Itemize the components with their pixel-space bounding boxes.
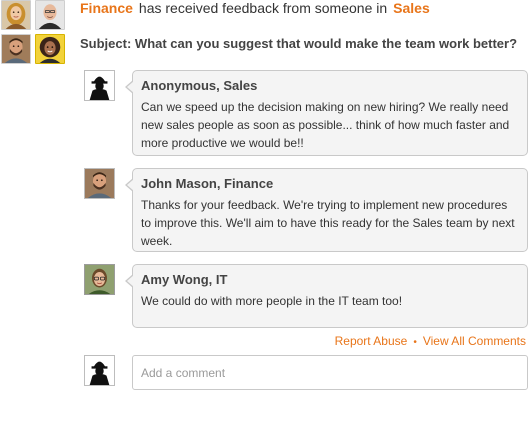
anonymous-silhouette-icon: [85, 71, 114, 100]
subject-label: Subject:: [80, 36, 132, 51]
comment-item: John Mason, Finance Thanks for your feed…: [84, 168, 528, 252]
man-beard-icon: [85, 169, 114, 198]
comment-author: Anonymous, Sales: [141, 78, 258, 93]
subject-text: What can you suggest that would make the…: [134, 36, 518, 51]
comment-text: Thanks for your feedback. We're trying t…: [141, 198, 515, 248]
man-beard-avatar[interactable]: [1, 34, 31, 64]
comment-author: John Mason, Finance: [141, 176, 274, 191]
comment-text: We could do with more people in the IT t…: [141, 294, 403, 308]
report-abuse-link[interactable]: Report Abuse: [335, 334, 408, 348]
add-comment-input[interactable]: [132, 355, 528, 390]
man-bald-icon: [36, 1, 64, 29]
woman-curly-hair-icon: [36, 35, 64, 63]
comment-actions: Report Abuse • View All Comments: [335, 334, 526, 348]
feedback-subject: Subject: What can you suggest that would…: [80, 36, 532, 51]
comment-author: Amy Wong, IT: [141, 272, 228, 287]
woman-glasses-icon: [85, 265, 114, 294]
from-department-link[interactable]: Finance: [80, 0, 133, 16]
comment-bubble: Anonymous, Sales Can we speed up the dec…: [125, 70, 528, 156]
to-department-link[interactable]: Sales: [393, 0, 430, 16]
view-all-comments-link[interactable]: View All Comments: [423, 334, 526, 348]
notification-text: has received feedback from someone in: [138, 0, 388, 16]
comment-bubble: John Mason, Finance Thanks for your feed…: [125, 168, 528, 252]
woman-curly-hair-avatar[interactable]: [35, 34, 65, 64]
john-mason-avatar[interactable]: [84, 168, 115, 199]
anonymous-silhouette-avatar: [84, 70, 115, 101]
man-bald-avatar[interactable]: [35, 0, 65, 30]
comment-text: Can we speed up the decision making on n…: [141, 100, 510, 150]
amy-wong-avatar[interactable]: [84, 264, 115, 295]
woman-blonde-icon: [2, 1, 30, 29]
man-beard-icon: [2, 35, 30, 63]
woman-blonde-avatar[interactable]: [1, 0, 31, 30]
comment-item: Amy Wong, IT We could do with more peopl…: [84, 264, 528, 328]
anonymous-silhouette-icon: [85, 356, 114, 385]
separator-dot: •: [413, 337, 417, 348]
comment-bubble: Amy Wong, IT We could do with more peopl…: [125, 264, 528, 328]
notification-headline: Finance has received feedback from someon…: [80, 0, 530, 16]
comment-item: Anonymous, Sales Can we speed up the dec…: [84, 70, 528, 156]
anonymous-silhouette-avatar: [84, 355, 115, 386]
